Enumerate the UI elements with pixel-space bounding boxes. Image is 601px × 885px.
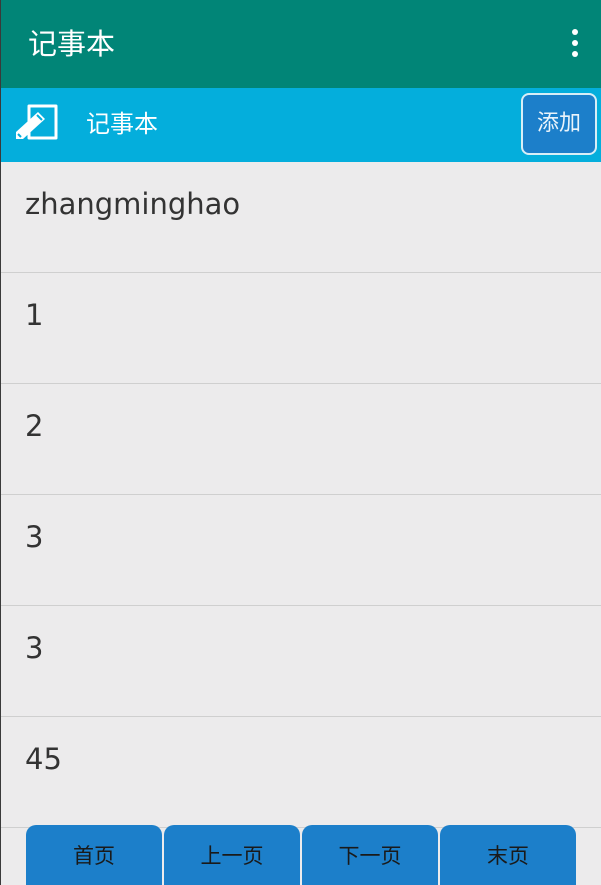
note-list-item[interactable]: 2	[0, 384, 601, 495]
note-title: zhangminghao	[25, 187, 241, 221]
last-page-button[interactable]: 末页	[440, 825, 576, 885]
note-list-item[interactable]: 3	[0, 606, 601, 717]
next-page-button[interactable]: 下一页	[302, 825, 438, 885]
more-vert-icon[interactable]	[571, 29, 579, 57]
menu-dot	[572, 51, 578, 57]
add-note-button[interactable]: 添加	[521, 93, 597, 155]
notebook-header: 记事本 添加	[0, 88, 601, 162]
previous-page-button[interactable]: 上一页	[164, 825, 300, 885]
note-list-item[interactable]: 1	[0, 273, 601, 384]
app-screen: 记事本 记事本 添加 zhangminghao 1 2 3 3 45 首页 上一…	[0, 0, 601, 885]
note-title: 2	[25, 409, 44, 443]
note-title: 45	[25, 742, 62, 776]
note-title: 1	[25, 298, 44, 332]
pagination-bar: 首页 上一页 下一页 末页	[26, 825, 576, 885]
note-edit-icon	[16, 104, 58, 140]
note-list-item[interactable]: 45	[0, 717, 601, 828]
note-list-item[interactable]: zhangminghao	[0, 162, 601, 273]
note-title: 3	[25, 631, 44, 665]
menu-dot	[572, 40, 578, 46]
menu-dot	[572, 29, 578, 35]
note-list-item[interactable]: 3	[0, 495, 601, 606]
note-title: 3	[25, 520, 44, 554]
note-list: zhangminghao 1 2 3 3 45	[0, 162, 601, 828]
app-bar: 记事本	[0, 0, 601, 88]
first-page-button[interactable]: 首页	[26, 825, 162, 885]
window-edge	[0, 0, 1, 885]
notebook-title: 记事本	[86, 110, 158, 138]
app-title: 记事本	[28, 27, 116, 61]
